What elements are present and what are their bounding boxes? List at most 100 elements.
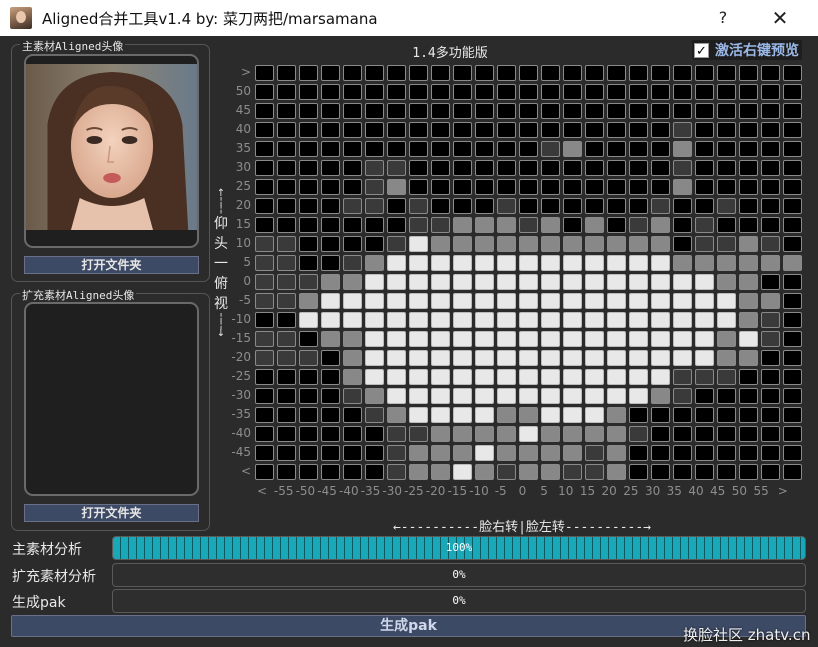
- grid-cell[interactable]: [761, 65, 780, 81]
- grid-cell[interactable]: [761, 103, 780, 119]
- grid-cell[interactable]: [563, 407, 582, 423]
- grid-cell[interactable]: [695, 388, 714, 404]
- grid-cell[interactable]: [365, 464, 384, 480]
- grid-cell[interactable]: [695, 198, 714, 214]
- grid-cell[interactable]: [343, 217, 362, 233]
- grid-cell[interactable]: [277, 293, 296, 309]
- grid-cell[interactable]: [673, 293, 692, 309]
- grid-cell[interactable]: [629, 350, 648, 366]
- grid-cell[interactable]: [607, 369, 626, 385]
- grid-cell[interactable]: [651, 103, 670, 119]
- grid-cell[interactable]: [343, 426, 362, 442]
- grid-cell[interactable]: [343, 407, 362, 423]
- grid-cell[interactable]: [651, 274, 670, 290]
- grid-cell[interactable]: [453, 445, 472, 461]
- grid-cell[interactable]: [321, 65, 340, 81]
- grid-cell[interactable]: [431, 84, 450, 100]
- grid-cell[interactable]: [277, 369, 296, 385]
- help-button[interactable]: ?: [702, 0, 744, 36]
- grid-cell[interactable]: [739, 160, 758, 176]
- grid-cell[interactable]: [431, 426, 450, 442]
- grid-cell[interactable]: [739, 84, 758, 100]
- grid-cell[interactable]: [365, 331, 384, 347]
- grid-cell[interactable]: [783, 369, 802, 385]
- grid-cell[interactable]: [255, 369, 274, 385]
- grid-cell[interactable]: [607, 445, 626, 461]
- grid-cell[interactable]: [541, 407, 560, 423]
- grid-cell[interactable]: [387, 350, 406, 366]
- grid-cell[interactable]: [607, 103, 626, 119]
- grid-cell[interactable]: [783, 331, 802, 347]
- grid-cell[interactable]: [585, 274, 604, 290]
- grid-cell[interactable]: [321, 350, 340, 366]
- grid-cell[interactable]: [475, 312, 494, 328]
- grid-cell[interactable]: [277, 236, 296, 252]
- grid-cell[interactable]: [321, 198, 340, 214]
- grid-cell[interactable]: [629, 312, 648, 328]
- grid-cell[interactable]: [739, 445, 758, 461]
- grid-cell[interactable]: [409, 274, 428, 290]
- grid-cell[interactable]: [387, 369, 406, 385]
- grid-cell[interactable]: [343, 122, 362, 138]
- grid-cell[interactable]: [673, 122, 692, 138]
- grid-cell[interactable]: [343, 236, 362, 252]
- grid-cell[interactable]: [673, 274, 692, 290]
- grid-cell[interactable]: [453, 255, 472, 271]
- grid-cell[interactable]: [475, 217, 494, 233]
- grid-cell[interactable]: [277, 426, 296, 442]
- grid-cell[interactable]: [695, 217, 714, 233]
- grid-cell[interactable]: [497, 65, 516, 81]
- grid-cell[interactable]: [541, 426, 560, 442]
- grid-cell[interactable]: [453, 293, 472, 309]
- grid-cell[interactable]: [277, 198, 296, 214]
- grid-cell[interactable]: [453, 217, 472, 233]
- grid-cell[interactable]: [321, 293, 340, 309]
- grid-cell[interactable]: [717, 388, 736, 404]
- grid-cell[interactable]: [783, 350, 802, 366]
- grid-cell[interactable]: [519, 65, 538, 81]
- grid-cell[interactable]: [453, 274, 472, 290]
- grid-cell[interactable]: [299, 388, 318, 404]
- grid-cell[interactable]: [519, 445, 538, 461]
- grid-cell[interactable]: [541, 217, 560, 233]
- grid-cell[interactable]: [409, 388, 428, 404]
- grid-cell[interactable]: [717, 122, 736, 138]
- grid-cell[interactable]: [343, 464, 362, 480]
- grid-cell[interactable]: [563, 65, 582, 81]
- grid-cell[interactable]: [255, 103, 274, 119]
- grid-cell[interactable]: [299, 65, 318, 81]
- grid-cell[interactable]: [673, 407, 692, 423]
- grid-cell[interactable]: [739, 464, 758, 480]
- grid-cell[interactable]: [255, 84, 274, 100]
- grid-cell[interactable]: [497, 312, 516, 328]
- grid-cell[interactable]: [739, 274, 758, 290]
- grid-cell[interactable]: [717, 464, 736, 480]
- grid-cell[interactable]: [299, 255, 318, 271]
- grid-cell[interactable]: [563, 160, 582, 176]
- grid-cell[interactable]: [783, 160, 802, 176]
- grid-cell[interactable]: [365, 312, 384, 328]
- grid-cell[interactable]: [475, 388, 494, 404]
- grid-cell[interactable]: [585, 65, 604, 81]
- grid-cell[interactable]: [475, 407, 494, 423]
- grid-cell[interactable]: [651, 179, 670, 195]
- grid-cell[interactable]: [409, 369, 428, 385]
- grid-cell[interactable]: [519, 198, 538, 214]
- grid-cell[interactable]: [365, 122, 384, 138]
- grid-cell[interactable]: [783, 407, 802, 423]
- grid-cell[interactable]: [695, 255, 714, 271]
- grid-cell[interactable]: [431, 217, 450, 233]
- grid-cell[interactable]: [453, 84, 472, 100]
- grid-cell[interactable]: [563, 464, 582, 480]
- grid-cell[interactable]: [761, 407, 780, 423]
- grid-cell[interactable]: [387, 198, 406, 214]
- grid-cell[interactable]: [563, 179, 582, 195]
- grid-cell[interactable]: [497, 122, 516, 138]
- grid-cell[interactable]: [739, 350, 758, 366]
- grid-cell[interactable]: [563, 103, 582, 119]
- grid-cell[interactable]: [387, 179, 406, 195]
- grid-cell[interactable]: [277, 312, 296, 328]
- ext-open-folder-button[interactable]: 打开文件夹: [24, 504, 199, 522]
- grid-cell[interactable]: [761, 293, 780, 309]
- grid-cell[interactable]: [475, 103, 494, 119]
